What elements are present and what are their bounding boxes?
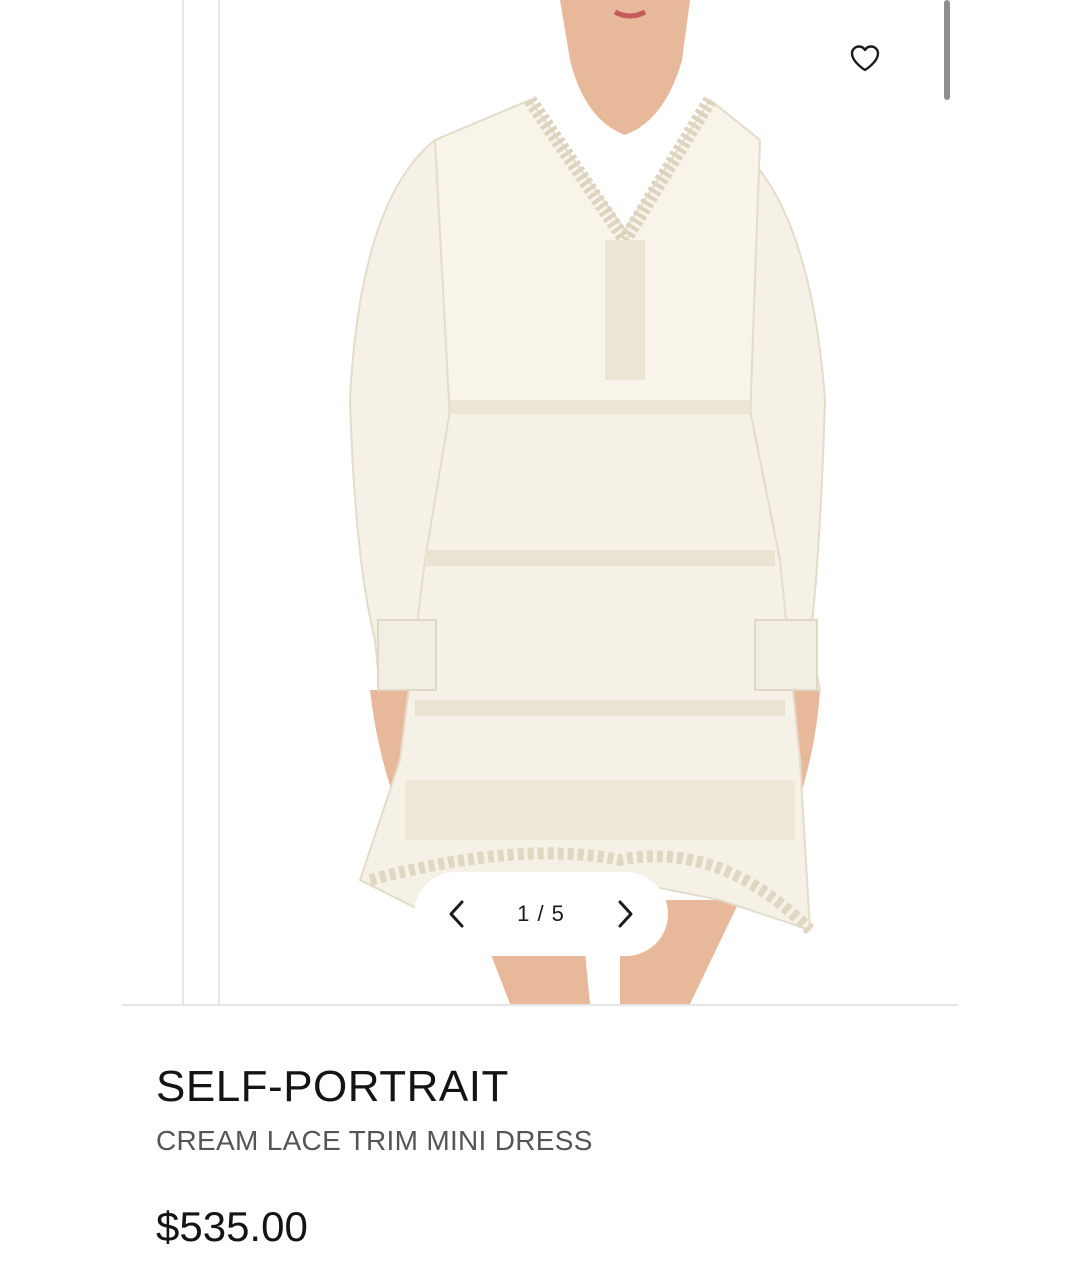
product-page: 1 / 5 SELF-PORTRAIT CREAM LACE TRIM MINI… xyxy=(0,0,1080,1280)
chevron-left-icon xyxy=(449,900,464,928)
image-counter: 1 / 5 xyxy=(517,901,565,926)
gallery-divider xyxy=(182,0,184,1006)
dress-illustration xyxy=(348,0,827,1004)
bodice xyxy=(433,98,762,421)
next-image-button[interactable] xyxy=(610,894,640,934)
product-brand[interactable]: SELF-PORTRAIT xyxy=(156,1060,956,1114)
waist-seam xyxy=(450,400,750,414)
product-image[interactable] xyxy=(220,0,958,1004)
product-info: SELF-PORTRAIT CREAM LACE TRIM MINI DRESS… xyxy=(156,1060,956,1252)
scrollbar[interactable] xyxy=(944,0,950,100)
cuff-left xyxy=(377,619,437,691)
chevron-right-icon xyxy=(618,900,633,928)
heart-outline-icon xyxy=(850,45,880,72)
product-name: CREAM LACE TRIM MINI DRESS xyxy=(156,1125,593,1156)
product-gallery: 1 / 5 xyxy=(0,0,1080,1008)
neck-shape xyxy=(560,0,690,135)
cuff-right xyxy=(754,619,818,691)
prev-image-button[interactable] xyxy=(442,894,472,934)
gallery-pager: 1 / 5 xyxy=(414,872,668,956)
lace-band xyxy=(405,780,795,840)
placket-lace xyxy=(605,240,645,380)
lace-band xyxy=(415,700,785,716)
product-price: $535.00 xyxy=(156,1203,308,1250)
wishlist-button[interactable] xyxy=(838,36,892,80)
gallery-bottom-divider xyxy=(122,1004,958,1006)
lace-band xyxy=(425,550,775,566)
